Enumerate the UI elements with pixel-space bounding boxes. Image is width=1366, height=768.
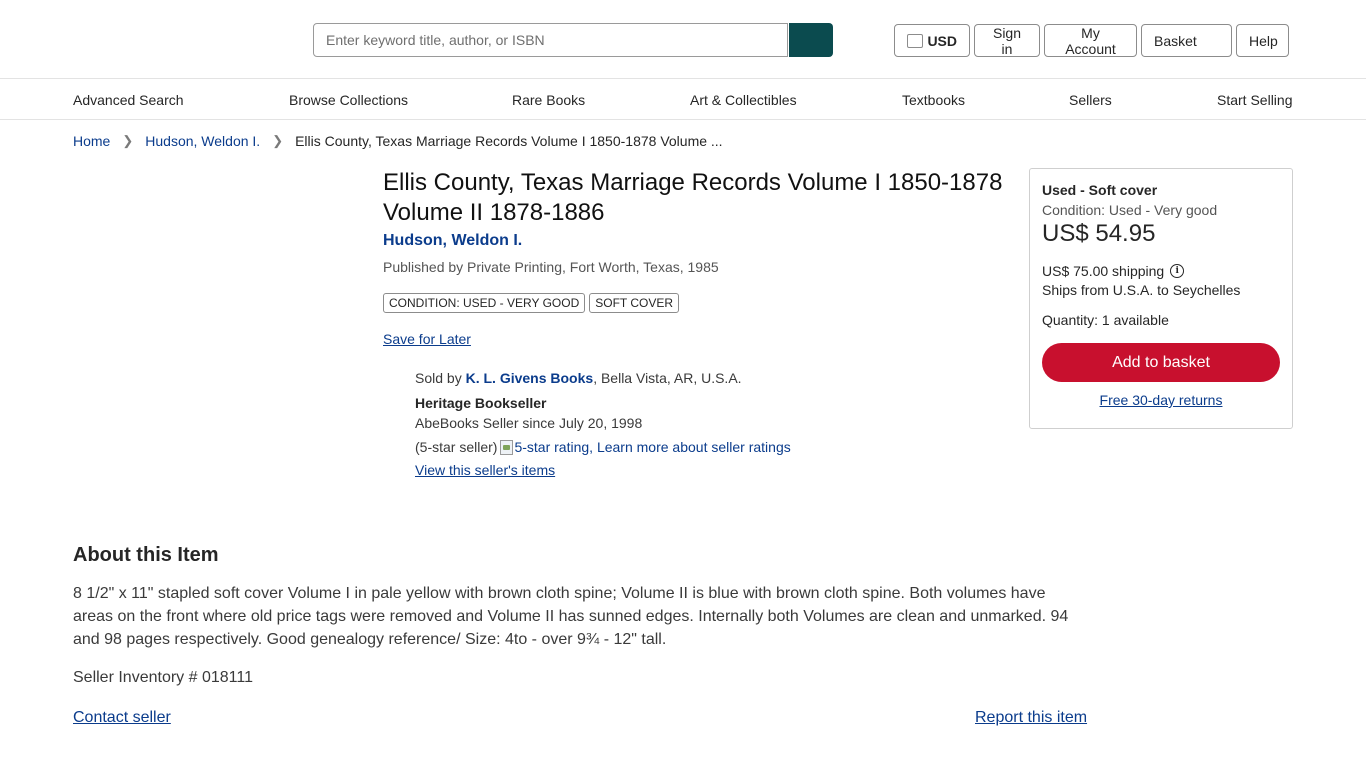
nav-browse-collections[interactable]: Browse Collections [289,92,408,108]
ships-from: Ships from U.S.A. to Seychelles [1042,282,1241,298]
nav-start-selling[interactable]: Start Selling [1217,92,1292,108]
info-icon[interactable]: i [1170,264,1185,278]
basket-button[interactable]: Basket [1141,24,1232,57]
free-returns-link[interactable]: Free 30-day returns [1042,392,1280,408]
quantity: Quantity: 1 available [1042,312,1169,328]
nav-rare-books[interactable]: Rare Books [512,92,585,108]
broken-image-icon [500,439,514,455]
main-nav: Advanced Search Browse Collections Rare … [0,80,1366,120]
price: US$ 54.95 [1042,220,1156,247]
chevron-right-icon: ❯ [122,133,134,148]
chevron-right-icon: ❯ [272,133,284,148]
condition-badge: CONDITION: USED - VERY GOOD [383,293,586,313]
learn-more-ratings-link[interactable]: Learn more about seller ratings [597,437,791,457]
seller-since: AbeBooks Seller since July 20, 1998 [415,415,643,431]
seller-name-link[interactable]: K. L. Givens Books [466,370,594,386]
help-button[interactable]: Help [1236,24,1289,57]
sign-in-button[interactable]: Sign in [974,24,1040,57]
item-description: 8 1/2" x 11" stapled soft cover Volume I… [73,585,1069,648]
rating-text: (5-star seller) [415,439,498,455]
search-button[interactable] [789,23,833,57]
seller-info: Sold by K. L. Givens Books, Bella Vista,… [415,368,791,480]
nav-art-collectibles[interactable]: Art & Collectibles [690,92,797,108]
nav-advanced-search[interactable]: Advanced Search [73,92,184,108]
rating-alt-text: 5-star rating, [514,439,594,455]
breadcrumb-home[interactable]: Home [73,133,110,149]
save-for-later-link[interactable]: Save for Later [383,331,471,347]
my-account-button[interactable]: My Account [1044,24,1137,57]
add-to-basket-button[interactable]: Add to basket [1042,343,1280,382]
seller-rating-row: (5-star seller) 5-star rating, Learn mor… [415,437,791,457]
buy-box: Used - Soft cover Condition: Used - Very… [1029,168,1293,429]
breadcrumb-author[interactable]: Hudson, Weldon I. [145,133,260,149]
seller-inventory: Seller Inventory # 018111 [73,669,253,686]
publisher-info: Published by Private Printing, Fort Wort… [383,259,719,275]
about-heading: About this Item [73,544,219,566]
site-header: USD Sign in My Account Basket Help [0,0,1366,79]
currency-label: USD [927,32,957,49]
attribute-badges: CONDITION: USED - VERY GOOD SOFT COVER [383,293,680,313]
heritage-bookseller-label: Heritage Bookseller [415,395,547,411]
shipping-cost: US$ 75.00 shipping [1042,263,1165,279]
binding-badge: SOFT COVER [589,293,680,313]
breadcrumb: Home ❯ Hudson, Weldon I. ❯ Ellis County,… [73,133,723,149]
product-title: Ellis County, Texas Marriage Records Vol… [383,169,1003,226]
view-seller-items-link[interactable]: View this seller's items [415,460,555,480]
nav-textbooks[interactable]: Textbooks [902,92,965,108]
author-link[interactable]: Hudson, Weldon I. [383,232,522,250]
breadcrumb-current: Ellis County, Texas Marriage Records Vol… [295,133,723,149]
contact-seller-link[interactable]: Contact seller [73,709,171,727]
binding-type: Used - Soft cover [1042,182,1158,198]
seller-location: , Bella Vista, AR, U.S.A. [593,370,742,386]
sold-by-label: Sold by [415,370,462,386]
shipping-row: US$ 75.00 shipping i [1042,263,1280,279]
condition-text: Condition: Used - Very good [1042,202,1218,218]
rating-image: 5-star rating, [500,437,593,457]
search-bar [313,23,833,57]
sold-by-row: Sold by K. L. Givens Books, Bella Vista,… [415,368,791,388]
report-item-link[interactable]: Report this item [975,709,1087,727]
flag-icon [907,33,924,48]
search-input[interactable] [313,23,788,57]
nav-sellers[interactable]: Sellers [1069,92,1112,108]
currency-button[interactable]: USD [894,24,970,57]
